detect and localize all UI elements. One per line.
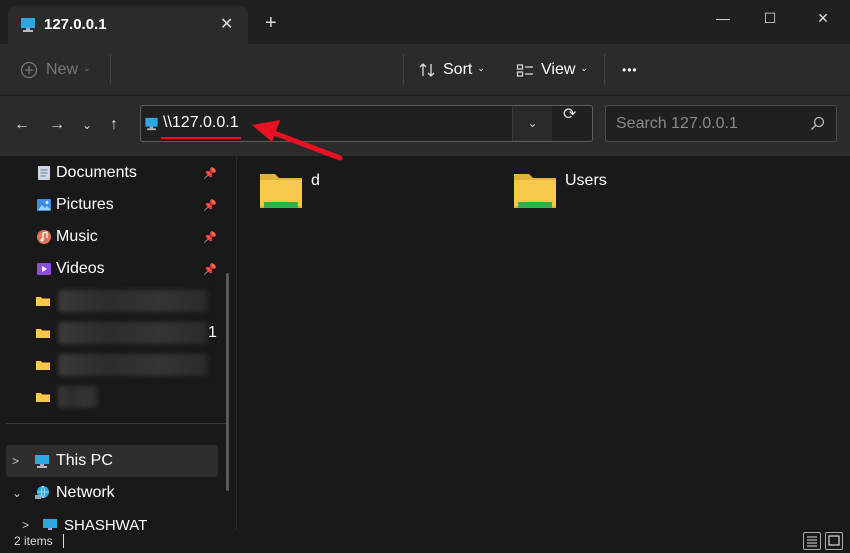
chevron-down-icon: ⌄ [83,62,91,73]
tab-active[interactable]: 127.0.0.1 ✕ [8,6,248,44]
sidebar-item-blurred[interactable]: 1 [0,317,218,349]
refresh-button[interactable]: ⟳ [563,104,576,124]
details-view-button[interactable] [803,532,821,550]
blurred-label [58,322,208,344]
blurred-label [58,290,208,312]
address-dropdown-button[interactable]: ⌄ [512,106,552,141]
item-count: 2 items [14,534,53,548]
toolbar-divider [403,54,404,84]
sidebar-item-blurred[interactable] [0,285,218,317]
folder-name: Users [565,172,607,189]
sidebar-item-blurred[interactable] [0,381,218,413]
plus-circle-icon [20,61,38,79]
file-list: d Users [237,156,850,530]
close-tab-icon[interactable]: ✕ [220,14,233,34]
network-icon [35,485,49,499]
view-button[interactable]: View ⌄ [516,56,588,84]
back-button[interactable]: ← [14,116,30,134]
details-view-icon [807,536,817,547]
toolbar-divider [604,54,605,84]
folder-icon [36,361,50,370]
sidebar-item-label: Videos [56,260,105,277]
chevron-down-icon[interactable]: ⌄ [12,486,22,500]
computer-icon [145,117,158,131]
folder-item[interactable]: d [259,168,459,214]
address-path[interactable]: \\127.0.0.1 [163,114,239,132]
pin-icon: 📌 [203,167,217,180]
sidebar-item-shashwat[interactable]: > SHASHWAT [0,509,218,530]
title-bar: 127.0.0.1 ✕ + — ☐ ✕ [0,0,850,44]
computer-icon [35,455,49,468]
view-label: View [541,61,576,78]
recent-locations-button[interactable]: ⌄ [82,118,92,132]
address-bar[interactable]: \\127.0.0.1 ⌄ [140,105,593,142]
sidebar-item-suffix: 1 [208,324,217,341]
folder-item[interactable]: Users [513,168,713,214]
sort-button[interactable]: Sort ⌄ [418,56,485,84]
chevron-right-icon[interactable]: > [22,518,29,530]
folder-icon [36,393,50,402]
sidebar-item-network[interactable]: ⌄ Network [0,477,218,509]
new-tab-button[interactable]: + [265,13,277,33]
sidebar-item-documents[interactable]: Documents 📌 [0,157,218,189]
tab-title: 127.0.0.1 [44,16,107,33]
up-button[interactable]: ↑ [110,116,118,134]
nav-scrollbar[interactable] [226,273,229,491]
computer-icon [21,18,35,32]
sidebar-item-label: Music [56,228,98,245]
documents-icon [38,166,50,180]
search-icon[interactable] [810,116,825,131]
new-button[interactable]: New ⌄ [20,56,91,84]
view-icon [516,64,533,77]
sidebar-item-pictures[interactable]: Pictures 📌 [0,189,218,221]
network-share-folder-icon [260,174,302,208]
sidebar-item-blurred[interactable] [0,349,218,381]
sort-icon [419,63,435,77]
command-bar: New ⌄ Sort ⌄ View ⌄ ••• [0,44,850,120]
blurred-label [58,386,98,408]
close-window-button[interactable]: ✕ [800,6,846,30]
chevron-down-icon: ⌄ [477,62,485,73]
sidebar-item-videos[interactable]: Videos 📌 [0,253,218,285]
tiles-view-icon [828,535,840,546]
folder-icon [36,329,50,338]
see-more-button[interactable]: ••• [622,56,638,84]
blurred-label [58,354,208,376]
address-row: ← → ⌄ ↑ \\127.0.0.1 ⌄ ⟳ Search 127.0.0.1 [0,96,850,156]
status-bar: 2 items [0,530,850,553]
sidebar-item-label: SHASHWAT [64,516,148,531]
tiles-view-button[interactable] [825,532,843,550]
red-underline-annotation [161,137,241,139]
sidebar-item-label: Documents [56,164,137,181]
folder-icon [36,297,50,306]
network-share-folder-icon [514,174,556,208]
sidebar-item-label: This PC [56,452,113,469]
maximize-button[interactable]: ☐ [747,6,793,30]
new-label: New [46,61,79,78]
sort-label: Sort [443,61,473,78]
music-icon [37,230,51,244]
chevron-down-icon: ⌄ [580,62,588,73]
pictures-icon [37,199,51,211]
pin-icon: 📌 [203,199,217,212]
navigation-pane: Documents 📌 Pictures 📌 Music 📌 Videos 📌 [0,156,236,530]
pin-icon: 📌 [203,231,217,244]
chevron-right-icon[interactable]: > [12,454,19,468]
videos-icon [37,263,51,275]
folder-name: d [311,172,320,189]
toolbar-divider [110,54,111,84]
search-box[interactable]: Search 127.0.0.1 [605,105,837,142]
forward-button[interactable]: → [49,116,65,134]
sidebar-item-label: Pictures [56,196,114,213]
computer-icon [43,519,57,530]
minimize-button[interactable]: — [700,6,746,30]
nav-divider [6,423,226,424]
search-placeholder: Search 127.0.0.1 [616,115,738,132]
status-divider [63,534,64,548]
sidebar-item-this-pc[interactable]: > This PC [6,445,218,477]
sidebar-item-label: Network [56,484,115,501]
pin-icon: 📌 [203,263,217,276]
sidebar-item-music[interactable]: Music 📌 [0,221,218,253]
